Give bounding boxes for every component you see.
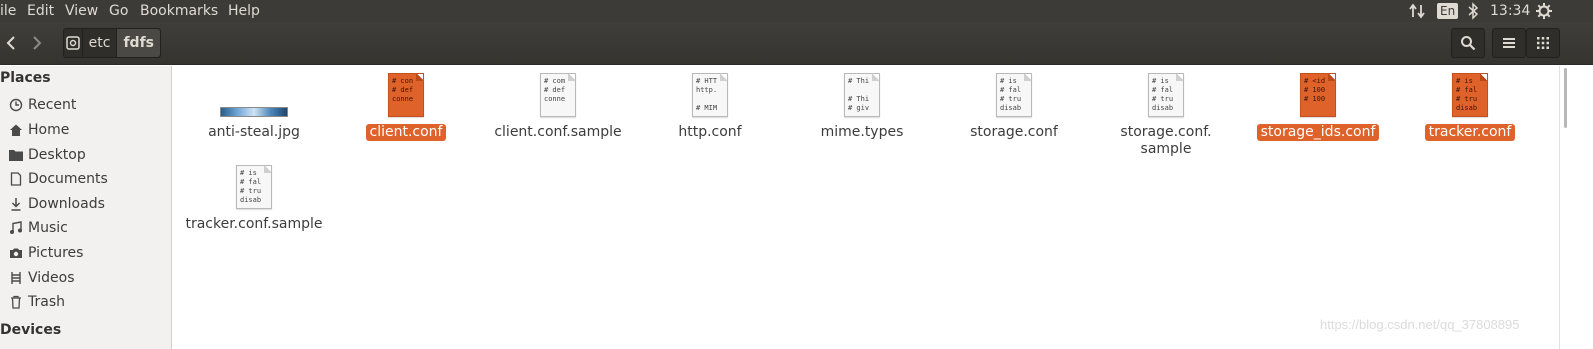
sidebar-item-videos[interactable]: Videos bbox=[8, 267, 75, 289]
path-segment-etc[interactable]: etc bbox=[83, 29, 118, 57]
back-button[interactable] bbox=[0, 28, 22, 58]
file-item-storage-ids-conf[interactable]: # <id # 100 # 100 storage_ids.conf bbox=[1243, 70, 1393, 141]
folder-icon bbox=[8, 147, 24, 163]
search-button[interactable] bbox=[1451, 28, 1485, 58]
file-item-tracker-conf[interactable]: # is # fal # tru disab tracker.conf bbox=[1395, 70, 1545, 141]
sidebar-item-label: Music bbox=[28, 220, 68, 236]
sidebar-item-music[interactable]: Music bbox=[8, 217, 68, 239]
updown-arrows-icon bbox=[1409, 3, 1425, 19]
document-icon bbox=[8, 171, 24, 187]
music-icon bbox=[8, 220, 24, 236]
text-file-icon: # con # def conne bbox=[388, 73, 424, 117]
sidebar-item-documents[interactable]: Documents bbox=[8, 168, 108, 190]
text-file-icon: # is # fal # tru disab bbox=[1148, 73, 1184, 117]
image-thumbnail bbox=[220, 107, 288, 117]
file-name: client.conf.sample bbox=[494, 124, 622, 140]
file-name: mime.types bbox=[820, 124, 904, 140]
scrollbar-thumb[interactable] bbox=[1564, 68, 1567, 128]
file-name: http.conf bbox=[678, 124, 742, 140]
file-name: storage_ids.conf bbox=[1256, 124, 1380, 141]
chevron-right-icon bbox=[33, 36, 42, 50]
file-item-client-conf-sample[interactable]: # com # def conne client.conf.sample bbox=[483, 70, 633, 141]
path-bar: etc fdfs bbox=[63, 28, 161, 58]
bluetooth-indicator[interactable] bbox=[1467, 0, 1479, 22]
file-item-tracker-conf-sample[interactable]: # is # fal # tru disab tracker.conf.sample bbox=[179, 162, 329, 233]
file-name: client.conf bbox=[365, 124, 447, 141]
clock-icon bbox=[8, 97, 24, 113]
keyboard-layout-indicator[interactable]: En bbox=[1437, 0, 1459, 22]
sidebar-item-recent[interactable]: Recent bbox=[8, 94, 76, 116]
home-icon bbox=[8, 122, 24, 138]
sidebar-item-label: Videos bbox=[28, 270, 75, 286]
network-indicator[interactable] bbox=[1408, 0, 1426, 22]
file-name: tracker.conf.sample bbox=[185, 216, 323, 232]
grid-view-button[interactable] bbox=[1526, 28, 1560, 58]
sidebar-item-label: Desktop bbox=[28, 147, 86, 163]
chevron-left-icon bbox=[6, 36, 15, 50]
menu-edit[interactable]: Edit bbox=[27, 2, 54, 20]
file-item-client-conf[interactable]: # con # def conne client.conf bbox=[331, 70, 481, 141]
file-item-http-conf[interactable]: # HTT http. # MIM http.conf bbox=[635, 70, 785, 141]
sidebar-item-trash[interactable]: Trash bbox=[8, 291, 65, 313]
path-segment-fdfs[interactable]: fdfs bbox=[117, 29, 160, 57]
menu-bar: ile Edit View Go Bookmarks Help En 13:34 bbox=[0, 0, 1593, 22]
text-file-icon: # com # def conne bbox=[540, 73, 576, 117]
lang-badge: En bbox=[1437, 3, 1459, 19]
search-icon bbox=[1461, 36, 1476, 51]
sidebar-item-label: Pictures bbox=[28, 245, 84, 261]
text-file-icon: # is # fal # tru disab bbox=[996, 73, 1032, 117]
file-name: storage.conf bbox=[970, 124, 1058, 140]
text-file-icon: # is # fal # tru disab bbox=[1452, 73, 1488, 117]
file-item-anti-steal-jpg[interactable]: anti-steal.jpg bbox=[179, 70, 329, 141]
camera-icon bbox=[8, 245, 24, 261]
sidebar-item-pictures[interactable]: Pictures bbox=[8, 242, 83, 264]
sidebar-item-label: Downloads bbox=[28, 196, 105, 212]
menu-view[interactable]: View bbox=[65, 2, 98, 20]
sidebar-item-desktop[interactable]: Desktop bbox=[8, 144, 86, 166]
places-heading: Places bbox=[0, 70, 51, 86]
sidebar-item-label: Home bbox=[28, 122, 70, 138]
devices-heading: Devices bbox=[0, 322, 62, 338]
toolbar: etc fdfs bbox=[0, 22, 1593, 65]
menu-go[interactable]: Go bbox=[109, 2, 128, 20]
bluetooth-icon bbox=[1468, 2, 1479, 20]
clock[interactable]: 13:34 bbox=[1490, 0, 1530, 22]
sidebar-item-label: Documents bbox=[28, 171, 108, 187]
file-grid: anti-steal.jpg # con # def conne client.co… bbox=[173, 66, 1559, 349]
gear-icon bbox=[1536, 3, 1552, 19]
sidebar-item-home[interactable]: Home bbox=[8, 119, 69, 141]
text-file-icon: # <id # 100 # 100 bbox=[1300, 73, 1336, 117]
file-item-mime-types[interactable]: # Thi # Thi # giv mime.types bbox=[787, 70, 937, 141]
menu-help[interactable]: Help bbox=[228, 2, 260, 20]
file-name: tracker.conf bbox=[1424, 124, 1516, 141]
file-name: anti-steal.jpg bbox=[208, 124, 300, 140]
sidebar-item-label: Trash bbox=[28, 294, 65, 310]
watermark: https://blog.csdn.net/qq_37808895 bbox=[1320, 317, 1520, 332]
menu-bookmarks[interactable]: Bookmarks bbox=[140, 2, 218, 20]
sidebar-item-downloads[interactable]: Downloads bbox=[8, 193, 105, 215]
download-icon bbox=[8, 196, 24, 212]
list-icon bbox=[1503, 38, 1515, 48]
trash-icon bbox=[8, 294, 24, 310]
drive-icon bbox=[66, 36, 80, 50]
file-name: storage.conf. sample bbox=[1120, 124, 1212, 157]
list-view-button[interactable] bbox=[1492, 28, 1526, 58]
scrollbar[interactable] bbox=[1559, 66, 1593, 349]
sidebar-item-label: Recent bbox=[28, 97, 77, 113]
sidebar: Places Recent Home Desktop Documents Dow… bbox=[0, 66, 172, 349]
forward-button[interactable] bbox=[25, 28, 49, 58]
text-file-icon: # is # fal # tru disab bbox=[236, 165, 272, 209]
path-root-button[interactable] bbox=[64, 29, 83, 57]
text-file-icon: # HTT http. # MIM bbox=[692, 73, 728, 117]
menu-file[interactable]: ile bbox=[0, 2, 16, 20]
text-file-icon: # Thi # Thi # giv bbox=[844, 73, 880, 117]
grid-icon bbox=[1537, 37, 1549, 49]
system-menu[interactable] bbox=[1535, 0, 1553, 22]
file-item-storage-conf-sample[interactable]: # is # fal # tru disab storage.conf. sample bbox=[1091, 70, 1241, 158]
film-icon bbox=[8, 270, 24, 286]
file-item-storage-conf[interactable]: # is # fal # tru disab storage.conf bbox=[939, 70, 1089, 141]
